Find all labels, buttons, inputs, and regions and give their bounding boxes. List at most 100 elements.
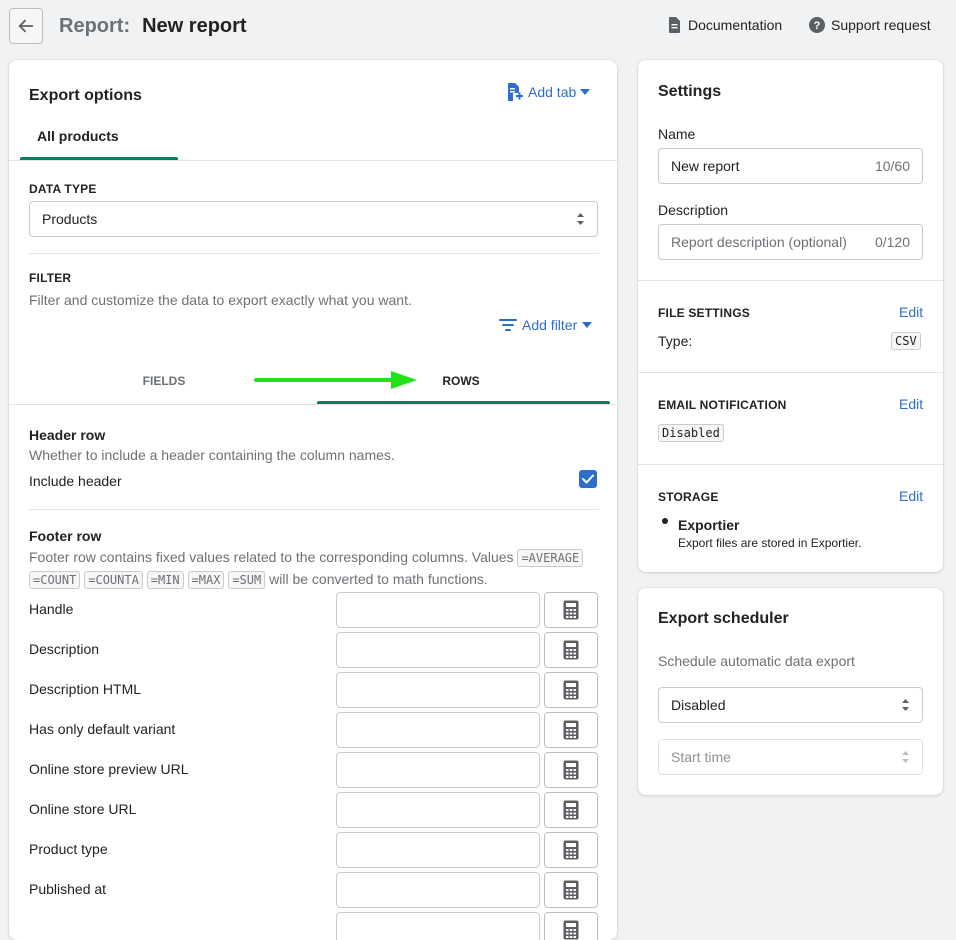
tab-all-products[interactable]: All products [9, 118, 179, 160]
formula-button[interactable] [544, 592, 598, 628]
document-icon [669, 17, 680, 33]
calculator-icon [563, 680, 579, 700]
settings-divider-3 [638, 464, 943, 465]
footer-field-label: Online store preview URL [29, 761, 189, 777]
func-counta: =COUNTA [84, 571, 143, 589]
calculator-icon [563, 800, 579, 820]
settings-divider-2 [638, 372, 943, 373]
func-sum: =SUM [228, 571, 266, 589]
tabs-divider [9, 160, 617, 161]
func-average: =AVERAGE [517, 549, 584, 567]
footer-field-input[interactable] [336, 632, 540, 668]
question-circle-icon: ? [809, 17, 825, 33]
scheduler-status-select[interactable]: Disabled [658, 687, 923, 723]
footer-field-row: Handle [29, 592, 599, 628]
calculator-icon [563, 600, 579, 620]
formula-button[interactable] [544, 712, 598, 748]
page-title-prefix: Report: [59, 15, 131, 37]
scheduler-status-value: Disabled [671, 697, 726, 713]
func-min: =MIN [146, 571, 184, 589]
file-settings-edit-link[interactable]: Edit [899, 304, 923, 320]
footer-field-label: Has only default variant [29, 721, 176, 737]
green-arrow-annotation [254, 371, 417, 389]
name-counter: 10/60 [874, 158, 910, 174]
formula-button[interactable] [544, 912, 598, 940]
settings-divider-1 [638, 280, 943, 281]
support-request-link[interactable]: ? Support request [809, 17, 931, 33]
footer-field-row: Has only default variant [29, 712, 599, 748]
start-time-placeholder: Start time [671, 749, 731, 765]
page-title-name: New report [142, 15, 247, 37]
export-options-card: Export options Add tab All products DATA… [9, 60, 617, 940]
formula-button[interactable] [544, 632, 598, 668]
storage-edit-link[interactable]: Edit [899, 488, 923, 504]
filter-label: FILTER [29, 271, 72, 285]
back-button[interactable] [9, 8, 43, 44]
support-label: Support request [831, 17, 931, 33]
footer-field-input[interactable] [336, 752, 540, 788]
documentation-link[interactable]: Documentation [668, 17, 782, 33]
add-filter-label: Add filter [522, 317, 578, 333]
formula-button[interactable] [544, 792, 598, 828]
footer-desc-text-2: will be converted to math functions. [269, 571, 488, 587]
add-filter-button[interactable]: Add filter [499, 317, 593, 333]
export-scheduler-description: Schedule automatic data export [658, 653, 855, 669]
footer-row-description: Footer row contains fixed values related… [29, 547, 604, 591]
name-field[interactable]: 10/60 [658, 148, 923, 184]
footer-field-label: Product type [29, 841, 108, 857]
footer-field-label: Online store URL [29, 801, 137, 817]
footer-field-input[interactable] [336, 792, 540, 828]
description-input[interactable] [671, 234, 861, 250]
filter-description: Filter and customize the data to export … [29, 292, 412, 308]
footer-desc-text-1: Footer row contains fixed values related… [29, 549, 514, 565]
name-label: Name [658, 126, 696, 142]
email-notification-edit-link[interactable]: Edit [899, 396, 923, 412]
settings-title: Settings [658, 83, 722, 100]
caret-down-icon [582, 322, 593, 328]
footer-field-label: Description HTML [29, 681, 142, 697]
data-type-value: Products [42, 211, 98, 227]
add-tab-icon [508, 83, 523, 101]
calculator-icon [563, 720, 579, 740]
select-arrows-icon [577, 213, 584, 225]
file-settings-label: FILE SETTINGS [658, 306, 750, 320]
top-bar: Report: New report Documentation ? Suppor… [0, 0, 956, 52]
footer-field-input[interactable] [336, 712, 540, 748]
page-title: Report: New report [59, 14, 247, 38]
arrow-left-icon [18, 19, 34, 33]
bullet [662, 518, 668, 524]
description-field[interactable]: 0/120 [658, 224, 923, 260]
footer-field-input[interactable] [336, 872, 540, 908]
select-arrows-icon [902, 751, 909, 763]
footer-field-row: Product type [29, 832, 599, 868]
footer-field-label: Published at [29, 881, 107, 897]
footer-field-input[interactable] [336, 832, 540, 868]
data-type-select[interactable]: Products [29, 201, 598, 237]
data-type-label: DATA TYPE [29, 182, 97, 196]
formula-button[interactable] [544, 832, 598, 868]
export-scheduler-card: Export scheduler Schedule automatic data… [638, 588, 943, 795]
footer-field-label: Description [29, 641, 100, 657]
footer-row-title: Footer row [29, 528, 102, 544]
footer-field-input[interactable] [336, 592, 540, 628]
func-max: =MAX [187, 571, 225, 589]
calculator-icon [563, 920, 579, 940]
name-input[interactable] [671, 158, 861, 174]
footer-field-row: Published at [29, 872, 599, 908]
formula-button[interactable] [544, 672, 598, 708]
formula-button[interactable] [544, 752, 598, 788]
formula-button[interactable] [544, 872, 598, 908]
start-time-select[interactable]: Start time [658, 739, 923, 775]
tab-all-products-label: All products [37, 128, 119, 144]
footer-field-row: Online store preview URL [29, 752, 599, 788]
include-header-checkbox[interactable] [579, 470, 597, 488]
footer-field-row: Description [29, 632, 599, 668]
description-counter: 0/120 [874, 234, 910, 250]
footer-field-input[interactable] [336, 672, 540, 708]
file-type-label: Type: [658, 333, 693, 349]
footer-field-input[interactable] [336, 912, 540, 940]
header-row-title: Header row [29, 427, 106, 443]
checkmark-icon [582, 474, 594, 484]
data-type-divider [29, 253, 599, 254]
add-tab-button[interactable]: Add tab [506, 82, 591, 102]
